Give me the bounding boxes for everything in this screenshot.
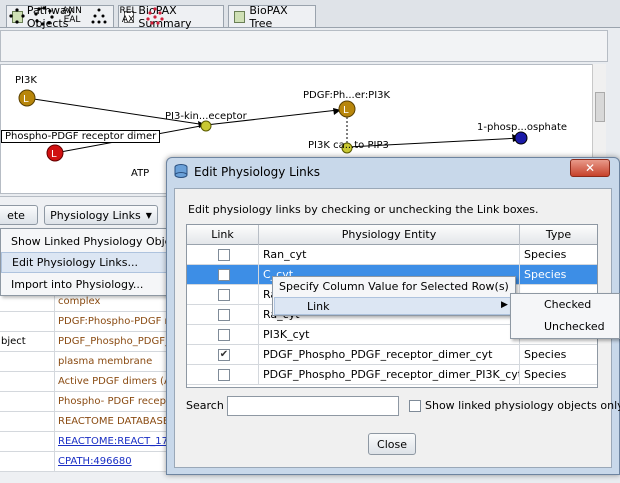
- type-cell: Species: [524, 348, 567, 361]
- row-value: REACTOME DATABASE: [58, 416, 168, 427]
- table-context-menu: Specify Column Value for Selected Row(s)…: [272, 276, 516, 316]
- entity-cell: Ran_cyt: [259, 245, 520, 265]
- row-key: [0, 352, 55, 372]
- row-key: [0, 412, 55, 432]
- link-checkbox[interactable]: [218, 289, 230, 301]
- node-label-pdgf-ph: PDGF:Ph...er:PI3K: [303, 90, 391, 101]
- physiology-links-button[interactable]: Physiology Links ▼: [44, 205, 158, 225]
- table-row[interactable]: plasma membrane: [0, 352, 168, 372]
- row-key: [0, 452, 55, 472]
- database-icon: [174, 164, 188, 178]
- node-label-pi3-kin: PI3-kin...eceptor: [165, 111, 247, 122]
- row-key: [0, 392, 55, 412]
- menu-item-checked[interactable]: Checked: [544, 298, 591, 311]
- row-key: bject: [0, 332, 55, 352]
- physiology-links-label: Physiology Links: [50, 208, 141, 222]
- link-submenu: Checked Unchecked: [510, 293, 620, 339]
- menu-item-unchecked[interactable]: Unchecked: [544, 320, 605, 333]
- table-row[interactable]: bject PDGF_Phospho_PDGF_: [0, 332, 168, 352]
- menu-item-link-label: Link: [307, 300, 330, 313]
- node-label-atp: ATP: [131, 168, 150, 179]
- tab-biopax-tree[interactable]: BioPAX Tree: [228, 3, 316, 30]
- grid-layout-icon[interactable]: [88, 4, 110, 28]
- ring-layout-icon[interactable]: [32, 4, 56, 28]
- link-checkbox[interactable]: [218, 309, 230, 321]
- anneal-layout-button[interactable]: ANN EAL: [60, 4, 84, 28]
- link-checkbox[interactable]: [218, 269, 230, 281]
- link-cell: [187, 265, 259, 285]
- svg-text:L: L: [23, 94, 29, 105]
- entity-cell: PDGF_Phospho_PDGF_receptor_dimer_cyt: [259, 345, 520, 365]
- relax-layout-button[interactable]: REL AX: [116, 4, 140, 28]
- circle-layout-icon[interactable]: [6, 4, 28, 28]
- table-row[interactable]: Ran_cyt Species: [187, 245, 597, 265]
- link-cell: [187, 365, 259, 385]
- tab-label: BioPAX Tree: [249, 3, 288, 30]
- row-value: PDGF:Phospho-PDGF r: [58, 316, 168, 327]
- table-row[interactable]: Phospho- PDGF recept: [0, 392, 168, 412]
- table-row[interactable]: REACTOME DATABASE: [0, 412, 168, 432]
- close-icon[interactable]: ✕: [570, 159, 610, 177]
- row-key: [0, 372, 55, 392]
- svg-text:L: L: [51, 149, 57, 160]
- table-header: Link Physiology Entity Type: [187, 225, 597, 245]
- link-checkbox[interactable]: [218, 369, 230, 381]
- row-value: PDGF_Phospho_PDGF_: [58, 336, 168, 347]
- link-cell: [187, 305, 259, 325]
- cluster-layout-icon[interactable]: [144, 4, 166, 28]
- svg-text:L: L: [343, 105, 349, 116]
- search-label: Search: [186, 399, 224, 412]
- link-checkbox-checked[interactable]: ✔: [218, 349, 230, 361]
- tree-icon: [234, 10, 246, 23]
- link-cell: [187, 325, 259, 345]
- table-row[interactable]: Active PDGF dimers (A: [0, 372, 168, 392]
- row-link[interactable]: CPATH:496680: [56, 452, 168, 472]
- link-checkbox[interactable]: [218, 329, 230, 341]
- link-checkbox[interactable]: [218, 249, 230, 261]
- chevron-right-icon: ▶: [501, 300, 508, 310]
- delete-button[interactable]: ete: [0, 205, 38, 225]
- row-key: [0, 312, 55, 332]
- link-cell: [187, 245, 259, 265]
- node-label-phosp: 1-phosp...osphate: [477, 122, 568, 133]
- row-key: [0, 432, 55, 452]
- table-row[interactable]: ✔ PDGF_Phospho_PDGF_receptor_dimer_cyt S…: [187, 345, 597, 365]
- scrollbar-thumb[interactable]: [595, 92, 605, 122]
- table-row[interactable]: REACTOME:REACT_17: [0, 432, 168, 452]
- table-row[interactable]: PDGF:Phospho-PDGF r: [0, 312, 168, 332]
- node-label-pi3k: PI3K: [15, 75, 37, 86]
- node-label-pi3k-ca: PI3K ca...to PIP3: [308, 140, 389, 151]
- column-header-type[interactable]: Type: [520, 225, 597, 245]
- entity-cell: PI3K_cyt: [259, 325, 520, 345]
- table-row[interactable]: PDGF_Phospho_PDGF_receptor_dimer_PI3K_cy…: [187, 365, 597, 385]
- chevron-down-icon: ▼: [145, 210, 152, 220]
- column-header-entity[interactable]: Physiology Entity: [259, 225, 520, 245]
- row-value: plasma membrane: [58, 356, 153, 367]
- search-input[interactable]: [227, 396, 399, 416]
- close-button[interactable]: Close: [368, 433, 416, 455]
- entity-cell: PDGF_Phospho_PDGF_receptor_dimer_PI3K_cy…: [259, 365, 520, 385]
- dialog-instructions: Edit physiology links by checking or unc…: [188, 203, 539, 216]
- show-linked-checkbox[interactable]: [409, 400, 421, 412]
- row-value: Phospho- PDGF recept: [58, 396, 168, 407]
- menu-item-specify-column[interactable]: Specify Column Value for Selected Row(s): [279, 280, 509, 293]
- type-cell: Species: [524, 248, 567, 261]
- type-cell: Species: [524, 368, 567, 381]
- link-cell: ✔: [187, 345, 259, 365]
- dialog-title-bar[interactable]: Edit Physiology Links: [166, 157, 620, 187]
- menu-item-link[interactable]: Link ▶: [274, 297, 514, 315]
- node-tooltip-phospho-pdgf: Phospho-PDGF receptor dimer: [1, 130, 161, 143]
- show-linked-label: Show linked physiology objects only: [425, 399, 620, 412]
- link-cell: [187, 285, 259, 305]
- row-value: Active PDGF dimers (A: [58, 376, 168, 387]
- dialog-title: Edit Physiology Links: [194, 165, 320, 179]
- column-header-link[interactable]: Link: [187, 225, 259, 245]
- type-cell: Species: [524, 268, 567, 281]
- row-link[interactable]: REACTOME:REACT_17: [56, 432, 168, 452]
- table-row[interactable]: CPATH:496680: [0, 452, 168, 472]
- layout-toolbar: [0, 30, 608, 62]
